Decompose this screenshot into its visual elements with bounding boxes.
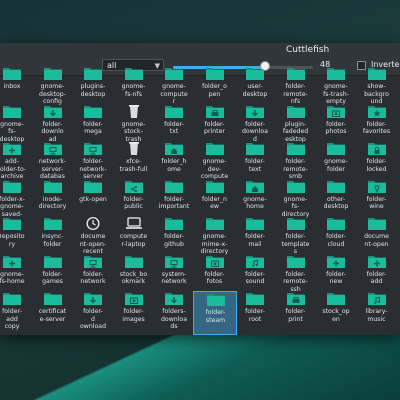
folder-icon: [164, 66, 184, 81]
folder-new-icon: [205, 179, 225, 194]
folder-download-icon: [245, 104, 265, 119]
folder-bookmark-icon: [124, 254, 144, 269]
folder-printer-icon: [205, 104, 225, 119]
folder-public-icon: [124, 179, 144, 194]
folder-icon: [43, 291, 63, 306]
folder-home-icon: [2, 254, 22, 269]
folder-favorites-icon: [367, 104, 387, 119]
folder-download-icon: [164, 291, 184, 306]
folder-icon: [286, 141, 306, 156]
folder-icon: [286, 254, 306, 269]
folder-icon: [43, 216, 63, 231]
folder-new-icon: [326, 254, 346, 269]
folder-icon: [205, 141, 225, 156]
folder-icon: [326, 179, 346, 194]
folder-locked-icon: [367, 141, 387, 156]
folder-add-icon: [2, 141, 22, 156]
folder-photos-icon: [124, 291, 144, 306]
folder-icon: [367, 66, 387, 81]
folder-icon: [83, 104, 103, 119]
icon-item[interactable]: library- music: [355, 291, 399, 335]
folder-icon: [245, 141, 265, 156]
folder-photos-icon: [205, 254, 225, 269]
folder-icon: [245, 291, 265, 306]
folder-network-icon: [83, 254, 103, 269]
folder-open-icon: [83, 179, 103, 194]
folder-icon: [2, 216, 22, 231]
title-bar[interactable]: Cuttlefish: [0, 43, 400, 57]
folder-github-icon: [164, 216, 184, 231]
window-title: Cuttlefish: [286, 45, 330, 55]
folder-add-icon: [367, 254, 387, 269]
icon-label: library- music: [365, 308, 388, 323]
folder-icon: [2, 104, 22, 119]
folder-open-icon: [367, 216, 387, 231]
trash-icon: [124, 104, 144, 119]
folder-templates-icon: [286, 216, 306, 231]
laptop-icon: [124, 216, 144, 231]
folder-icon: [164, 104, 184, 119]
folder-network-icon: [43, 141, 63, 156]
icon-label: stock_op en: [322, 308, 350, 323]
folder-open-icon: [326, 291, 346, 306]
folder-home-icon: [245, 179, 265, 194]
icon-label: folder- print: [285, 308, 306, 323]
folder-printer-icon: [286, 291, 306, 306]
cuttlefish-window: Cuttlefish all ▼ 48 Inverte inbox gnome- …: [0, 43, 400, 335]
folder-icon: [326, 141, 346, 156]
icon-item[interactable]: folder- print: [274, 291, 318, 335]
folder-games-icon: [43, 254, 63, 269]
folder-sound-icon: [245, 254, 265, 269]
folder-icon: [43, 66, 63, 81]
icon-label: folders- downloa ds: [161, 308, 187, 330]
icon-label: folder- add copy: [2, 308, 22, 330]
icon-label: folder- root: [245, 308, 265, 323]
folder-download-icon: [43, 104, 63, 119]
icon-label: folder- images: [122, 308, 145, 323]
trash-icon: [124, 141, 144, 156]
icon-label: folder- d ownload: [80, 308, 106, 330]
icon-item[interactable]: folder- steam: [192, 291, 237, 335]
folder-download-icon: [83, 291, 103, 306]
folder-icon: [326, 66, 346, 81]
icon-item[interactable]: folders- downloa ds: [152, 291, 196, 335]
folder-mail-icon: [245, 216, 265, 231]
folder-important-icon: [164, 179, 184, 194]
folder-icon: [286, 104, 306, 119]
icon-label: folder- steam: [205, 309, 226, 324]
folder-icon: [2, 291, 22, 306]
folder-icon: [205, 216, 225, 231]
folder-steam-icon: [206, 292, 226, 307]
icon-item[interactable]: folder- root: [233, 291, 277, 335]
folder-icon: [2, 66, 22, 81]
folder-icon: [83, 66, 103, 81]
icon-item[interactable]: folder- d ownload: [71, 291, 115, 335]
icon-item[interactable]: folder- images: [112, 291, 156, 335]
folder-network-icon: [164, 254, 184, 269]
folder-sound-icon: [367, 291, 387, 306]
folder-cloud-icon: [326, 216, 346, 231]
folder-home-icon: [164, 141, 184, 156]
folder-photos-icon: [326, 104, 346, 119]
folder-icon: [2, 179, 22, 194]
folder-icon: [205, 66, 225, 81]
folder-icon: [245, 66, 265, 81]
clock-icon: [83, 216, 103, 231]
folder-icon: [43, 179, 63, 194]
folder-icon: [124, 66, 144, 81]
icon-grid: inbox gnome- desktop- config plugins- desk…: [0, 68, 400, 335]
folder-icon: [286, 66, 306, 81]
icon-label: certificat e-server: [38, 308, 67, 323]
icon-item[interactable]: stock_op en: [314, 291, 358, 335]
icon-item[interactable]: certificat e-server: [31, 291, 75, 335]
icon-item[interactable]: folder- add copy: [0, 291, 34, 335]
folder-wine-icon: [367, 179, 387, 194]
folder-network-icon: [83, 141, 103, 156]
folder-icon: [286, 179, 306, 194]
